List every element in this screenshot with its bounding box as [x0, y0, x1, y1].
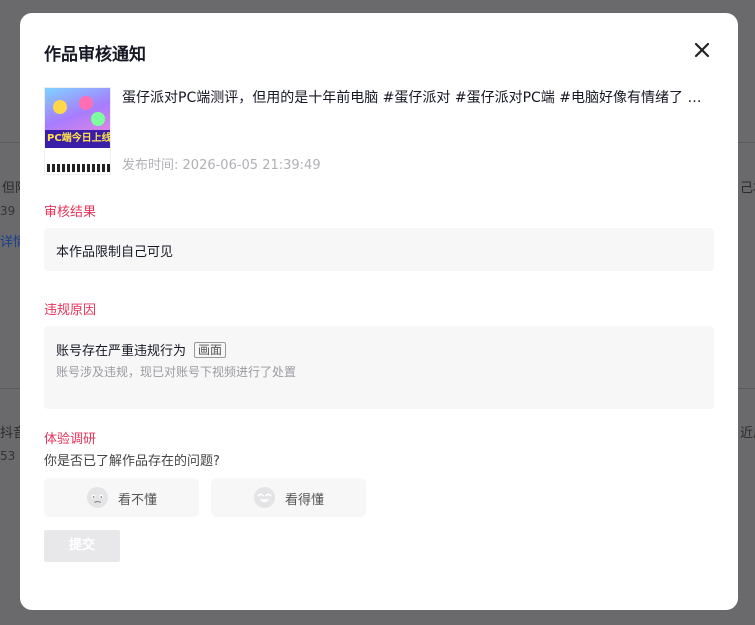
- thumbnail-decoration: [53, 100, 67, 114]
- bg-text: 53: [0, 449, 16, 463]
- smiling-face-icon: [253, 486, 276, 509]
- thumbnail-footer-text: [47, 164, 110, 172]
- survey-question: 你是否已了解作品存在的问题?: [44, 454, 220, 469]
- modal-title: 作品审核通知: [44, 45, 146, 65]
- bg-divider: [738, 142, 755, 143]
- bg-text: 近周: [740, 426, 755, 441]
- video-title[interactable]: 蛋仔派对PC端测评，但用的是十年前电脑 #蛋仔派对 #蛋仔派对PC端 #电脑好像…: [122, 88, 714, 108]
- bg-divider: [738, 388, 755, 389]
- publish-time: 发布时间: 2026-06-05 21:39:49: [122, 154, 321, 173]
- publish-time-label: 发布时间:: [122, 158, 179, 173]
- survey-label: 体验调研: [44, 432, 97, 447]
- review-notification-modal: 作品审核通知 PC端今日上线 蛋仔派对PC端测评，但用的是十年前电脑 #蛋仔派对…: [20, 13, 738, 610]
- review-result-box: 本作品限制自己可见: [44, 228, 714, 271]
- bg-divider: [0, 142, 20, 143]
- thumbnail-decoration: [91, 112, 105, 126]
- bg-divider: [0, 388, 20, 389]
- bg-text: 39: [0, 204, 16, 218]
- thumbnail-decoration: [79, 96, 93, 110]
- violation-reason-label: 违规原因: [44, 303, 97, 318]
- violation-reason-text: 账号存在严重违规行为 画面: [56, 340, 227, 359]
- violation-detail: 账号涉及违规，现已对账号下视频进行了处置: [56, 365, 297, 379]
- video-thumbnail[interactable]: PC端今日上线: [44, 87, 111, 175]
- submit-button[interactable]: 提交: [44, 530, 120, 562]
- violation-reason-box: 账号存在严重违规行为 画面 账号涉及违规，现已对账号下视频进行了处置: [44, 326, 714, 409]
- review-result-text: 本作品限制自己可见: [56, 245, 174, 260]
- close-icon: [694, 42, 710, 58]
- close-button[interactable]: [692, 40, 712, 60]
- review-result-label: 审核结果: [44, 205, 97, 220]
- confused-face-icon: [86, 486, 109, 509]
- survey-option-dont-understand[interactable]: 看不懂: [44, 478, 199, 517]
- survey-option-label: 看得懂: [285, 493, 325, 508]
- bg-text: 己本: [740, 181, 755, 196]
- violation-reason-main: 账号存在严重违规行为: [56, 344, 187, 359]
- violation-tag: 画面: [194, 342, 227, 358]
- survey-option-label: 看不懂: [118, 493, 158, 508]
- survey-option-understand[interactable]: 看得懂: [211, 478, 366, 517]
- thumbnail-caption: PC端今日上线: [45, 130, 110, 148]
- publish-time-value: 2026-06-05 21:39:49: [182, 158, 321, 173]
